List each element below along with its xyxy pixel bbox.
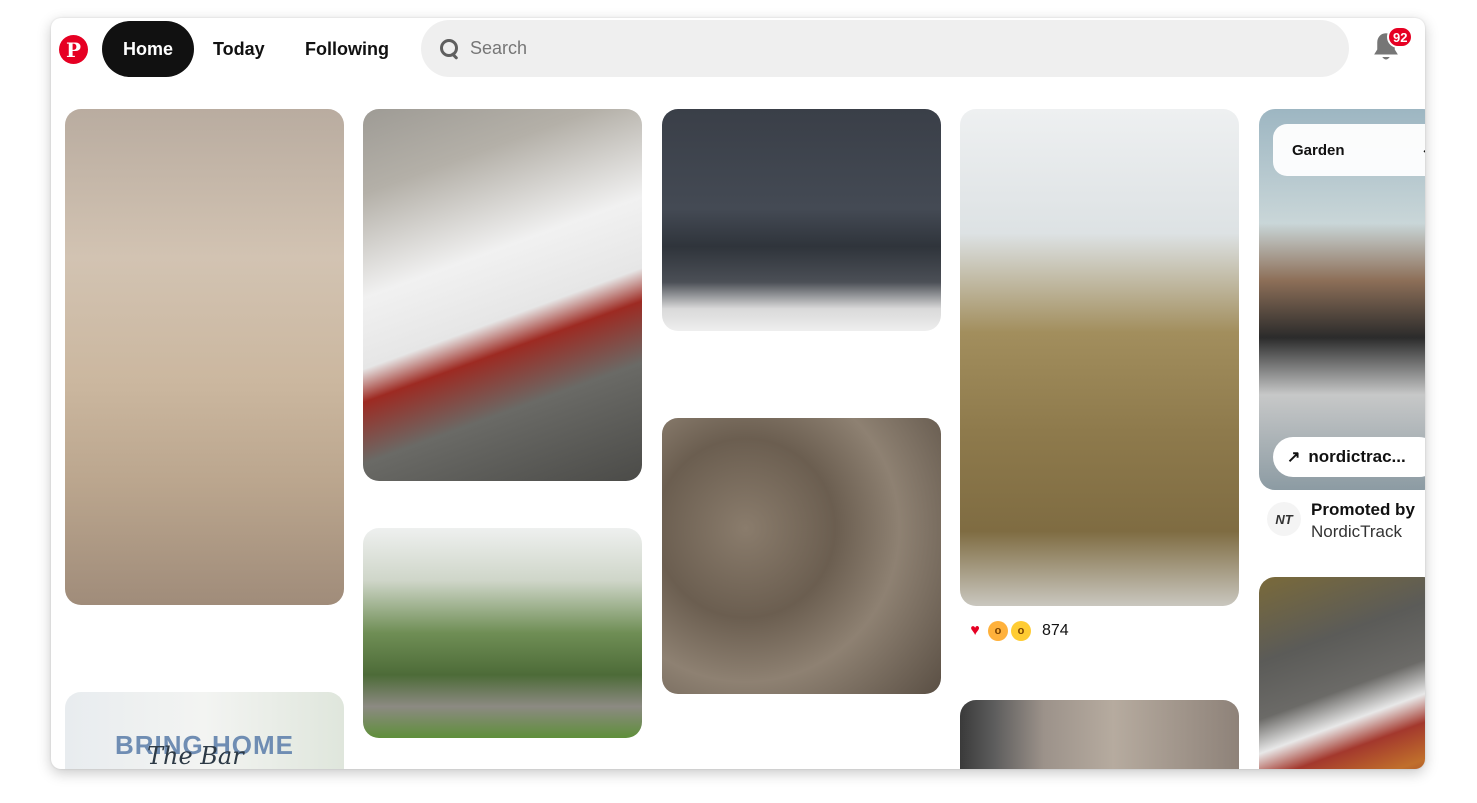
pin-overlay-subtitle: The Bar <box>147 742 244 769</box>
arrow-up-right-icon: ↗ <box>1287 449 1301 466</box>
pin-image <box>363 109 642 481</box>
reaction-count: 874 <box>1042 622 1069 639</box>
pin-image <box>662 418 941 694</box>
pinterest-logo-icon[interactable]: P <box>59 35 88 64</box>
pin-bring-home[interactable]: BRING HOME The Bar <box>65 692 344 769</box>
pin-image <box>662 109 941 331</box>
visit-site-label: nordictrac... <box>1308 447 1406 466</box>
promoted-by-label: Promoted by <box>1311 500 1415 519</box>
search-input[interactable] <box>470 38 1310 59</box>
chevron-down-icon: ⌄ <box>1421 141 1425 158</box>
top-nav: P Home Today Following 92 <box>51 18 1425 80</box>
home-tab[interactable]: Home <box>102 21 194 77</box>
pin-bedroom[interactable] <box>662 109 941 331</box>
pin-image <box>65 109 344 605</box>
pin-palm-yard[interactable] <box>363 528 642 738</box>
pin-wood-wall[interactable] <box>960 700 1239 769</box>
pin-image <box>960 700 1239 769</box>
pin-image <box>363 528 642 738</box>
following-tab[interactable]: Following <box>286 21 408 77</box>
search-icon <box>439 38 461 60</box>
advertiser-avatar[interactable]: NT <box>1267 502 1301 536</box>
advertiser-name[interactable]: NordicTrack <box>1311 522 1402 542</box>
pin-shower[interactable] <box>65 109 344 605</box>
pin-rock-garden[interactable] <box>363 109 642 481</box>
wow-reaction-icon: o <box>988 621 1008 641</box>
board-select-label: Garden <box>1292 141 1345 159</box>
app-window: P Home Today Following 92 BRING HOME The… <box>51 18 1425 769</box>
search-bar[interactable] <box>421 20 1349 77</box>
heart-reaction-icon: ♥ <box>965 621 985 641</box>
pin-walkway[interactable] <box>1259 577 1425 769</box>
pin-image <box>1259 577 1425 769</box>
wow-reaction-icon: o <box>1011 621 1031 641</box>
pin-image <box>960 109 1239 606</box>
reactions-row[interactable]: ♥ o o 874 <box>965 620 1069 642</box>
visit-site-button[interactable]: ↗ nordictrac... <box>1273 437 1425 477</box>
pin-stone-cat[interactable] <box>662 418 941 694</box>
notification-badge: 92 <box>1387 26 1414 48</box>
board-select-dropdown[interactable]: Garden ⌄ <box>1273 124 1425 176</box>
today-tab[interactable]: Today <box>194 21 284 77</box>
pin-braid[interactable] <box>960 109 1239 606</box>
